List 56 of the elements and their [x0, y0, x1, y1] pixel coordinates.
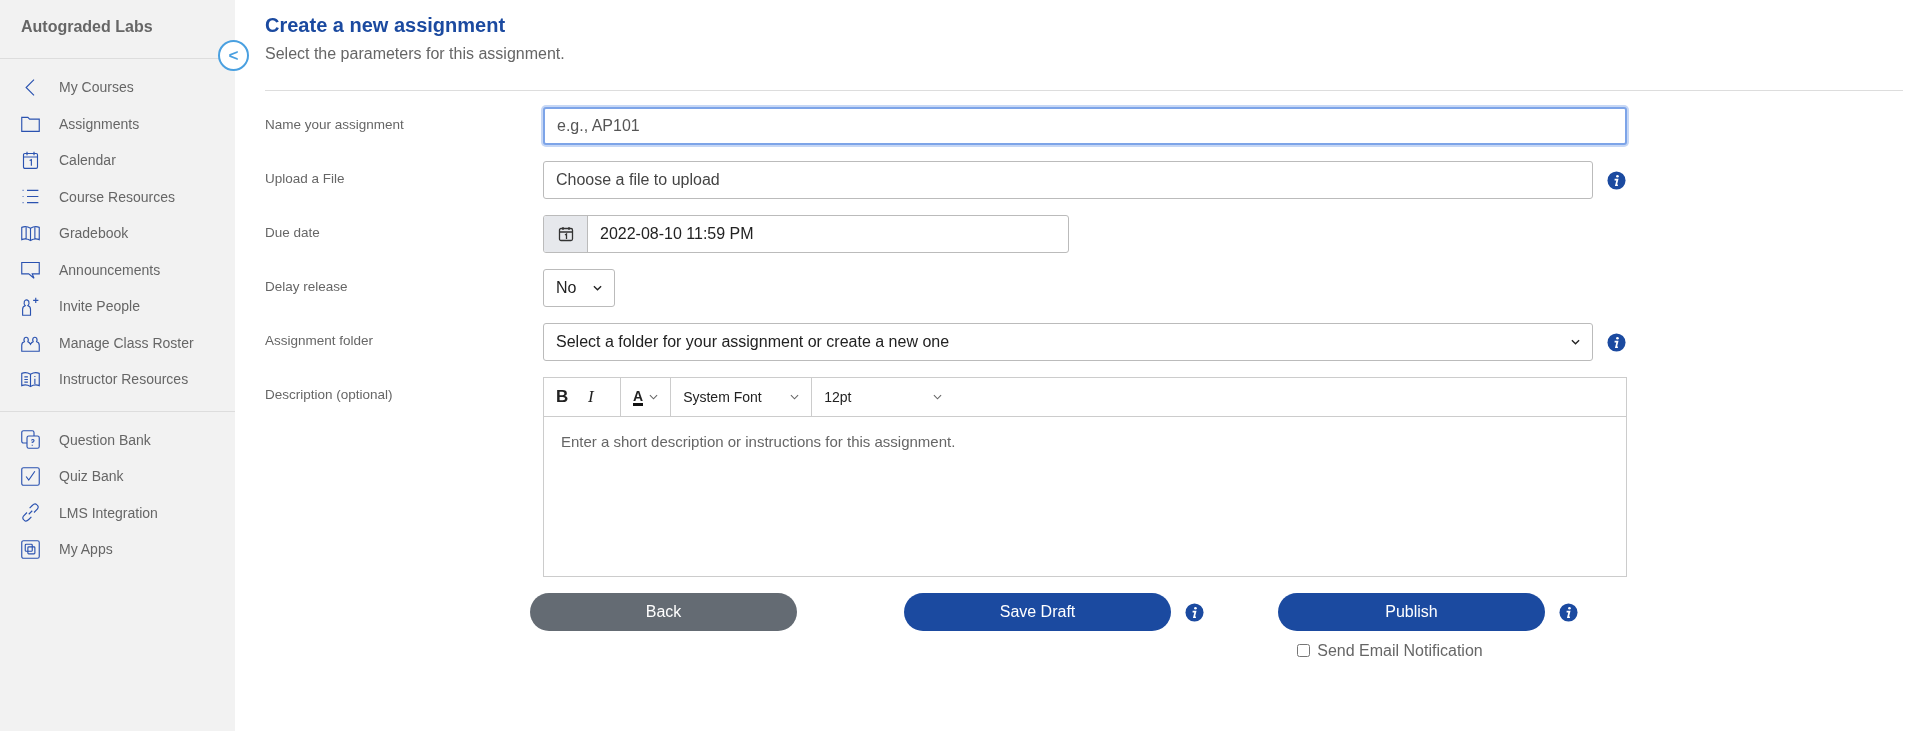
field-label: Description (optional): [265, 386, 394, 404]
date-field[interactable]: 2022-08-10 11:59 PM: [543, 215, 1069, 253]
page-title: Create a new assignment: [265, 14, 507, 37]
sidebar-item[interactable]: Quiz Bank: [0, 458, 235, 495]
delay-release-select[interactable]: No: [543, 269, 615, 307]
sidebar-item[interactable]: Invite People: [0, 288, 235, 325]
question-icon: [20, 429, 41, 451]
name-input-field[interactable]: e.g., AP101: [543, 107, 1627, 145]
sidebar-item[interactable]: LMS Integration: [0, 494, 235, 531]
sidebar-item[interactable]: Assignments: [0, 105, 235, 142]
text-color-button[interactable]: A: [627, 382, 665, 412]
sidebar-item[interactable]: Question Bank: [0, 421, 235, 458]
sidebar-item[interactable]: Manage Class Roster: [0, 324, 235, 361]
bold-button[interactable]: B: [550, 382, 582, 412]
apps-icon: [20, 538, 41, 560]
font-dropdown[interactable]: System Font: [677, 382, 806, 412]
field-label: Due date: [265, 224, 321, 242]
caret-icon: [933, 394, 943, 400]
collapse-button[interactable]: <: [218, 40, 249, 71]
action-button[interactable]: Save Draft: [904, 593, 1171, 631]
caret-icon: [1571, 339, 1580, 345]
page-subtitle: Select the parameters for this assignment.: [265, 45, 566, 63]
caret-icon: [790, 394, 800, 400]
italic-button[interactable]: I: [582, 382, 614, 412]
sidebar-item[interactable]: Calendar: [0, 142, 235, 179]
sidebar-item[interactable]: Course Resources: [0, 178, 235, 215]
calendar-icon: [557, 226, 574, 242]
field-label: Assignment folder: [265, 332, 375, 350]
link-icon: [20, 502, 41, 524]
sidebar-item[interactable]: Instructor Resources: [0, 361, 235, 398]
info-icon[interactable]: [1559, 602, 1578, 622]
field-label: Name your assignment: [265, 116, 405, 134]
info-icon[interactable]: [1607, 332, 1626, 352]
font-size-dropdown[interactable]: 12pt: [818, 382, 949, 412]
checkbox-label: Send Email Notification: [1317, 641, 1483, 660]
back-button[interactable]: Back: [530, 593, 797, 631]
action-button[interactable]: Publish: [1278, 593, 1545, 631]
file-upload-field[interactable]: Choose a file to upload: [543, 161, 1593, 199]
field-label: Upload a File: [265, 170, 346, 188]
info-icon[interactable]: [1185, 602, 1204, 622]
notification-checkbox[interactable]: [1297, 644, 1311, 657]
person-plus-icon: [20, 295, 41, 317]
sidebar-item[interactable]: My Apps: [0, 531, 235, 568]
folder-select[interactable]: Select a folder for your assignment or create a new one: [543, 323, 1593, 361]
sidebar-item[interactable]: My Courses: [0, 69, 235, 106]
chat-icon: [20, 259, 41, 281]
info-icon[interactable]: [1607, 170, 1626, 190]
sidebar-item[interactable]: Announcements: [0, 251, 235, 288]
sidebar-item[interactable]: Gradebook: [0, 215, 235, 252]
calendar-icon: [20, 149, 41, 171]
check-icon: [20, 465, 41, 487]
caret-icon: [649, 394, 659, 400]
field-label: Delay release: [265, 278, 349, 296]
description-text-area[interactable]: Enter a short description or instructions for this assignment.: [543, 417, 1627, 577]
app-title: Autograded Labs: [21, 18, 153, 36]
caret-icon: [593, 285, 602, 291]
